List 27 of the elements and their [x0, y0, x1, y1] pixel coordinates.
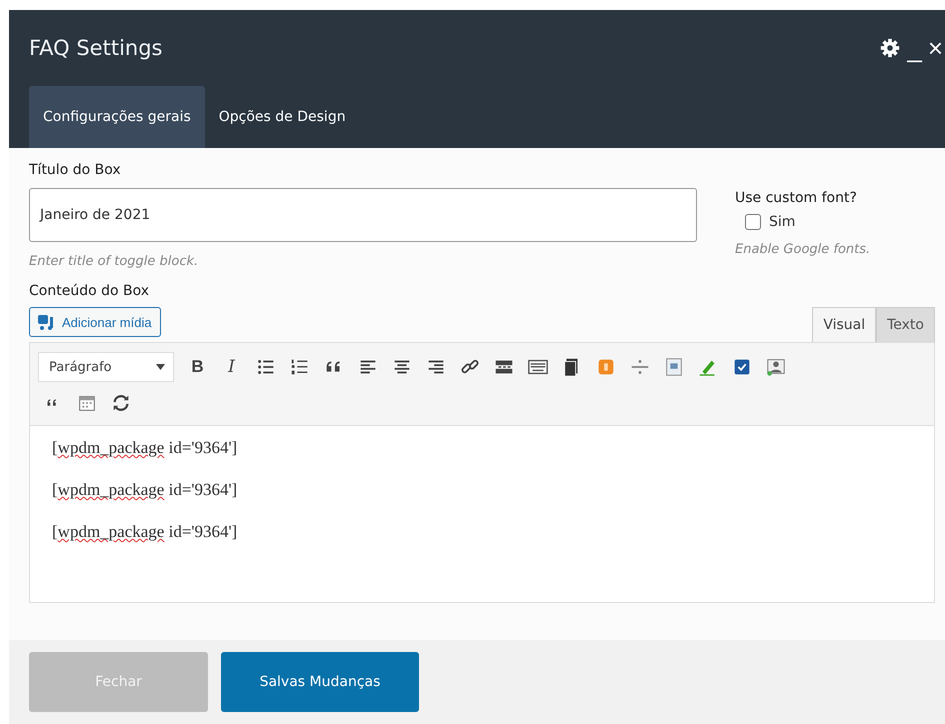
close-button[interactable]: ×: [928, 35, 943, 61]
user-image-icon[interactable]: [764, 356, 786, 378]
media-icon: [38, 314, 56, 330]
save-button[interactable]: Salvas Mudanças: [221, 652, 419, 712]
window-title: FAQ Settings: [29, 36, 164, 60]
add-media-button[interactable]: Adicionar mídia: [29, 307, 161, 337]
italic-button[interactable]: I: [217, 353, 246, 381]
tab[interactable]: Opções de Design: [204, 86, 360, 148]
checkbox[interactable]: [745, 214, 761, 230]
tab[interactable]: Configurações gerais: [29, 86, 205, 148]
paragraph: [wpdm_package id='9364']: [52, 522, 238, 542]
help-text: Enter title of toggle block.: [29, 254, 200, 269]
checkbox-label: Sim: [769, 214, 796, 230]
bold-button[interactable]: B: [183, 353, 212, 381]
editor-tab[interactable]: Visual: [812, 307, 876, 342]
caret-icon: [156, 364, 165, 370]
editor-tab[interactable]: Texto: [876, 307, 935, 342]
title-field[interactable]: Janeiro de 2021: [29, 188, 697, 242]
field-label: Conteúdo do Box: [29, 283, 150, 299]
minimize-button[interactable]: _: [907, 35, 922, 61]
field-label: Título do Box: [29, 162, 122, 178]
paragraph: [wpdm_package id='9364']: [52, 438, 238, 458]
format-dropdown[interactable]: Parágrafo: [38, 352, 174, 382]
gear-icon[interactable]: [879, 37, 902, 59]
help-text: Enable Google fonts.: [735, 242, 870, 257]
field-label: Use custom font?: [735, 190, 858, 206]
paragraph: [wpdm_package id='9364']: [52, 480, 238, 500]
